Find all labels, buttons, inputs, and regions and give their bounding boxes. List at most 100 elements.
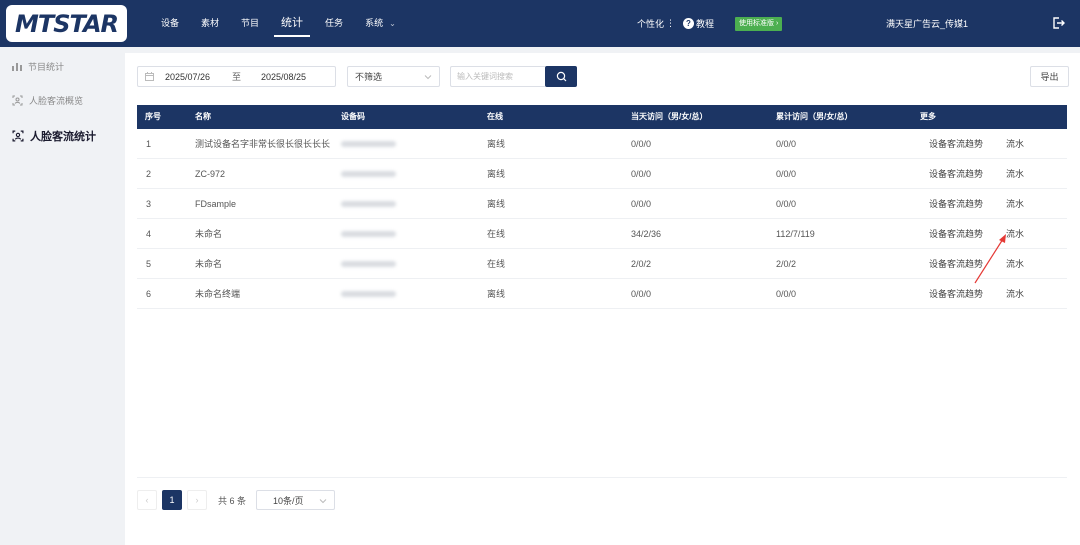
cell-total: 0/0/0	[776, 169, 797, 179]
device-trend-link[interactable]: 设备客流趋势	[929, 129, 983, 159]
help-icon: ?	[683, 18, 694, 29]
annotation-arrow-icon	[974, 234, 1006, 284]
page-number: 1	[169, 495, 175, 505]
cell-today: 2/0/2	[631, 259, 652, 269]
cell-status: 在线	[487, 259, 506, 269]
total-count: 共 6 条	[218, 490, 246, 510]
account-label: 满天星广告云_传媒1	[886, 19, 969, 29]
cell-index: 4	[146, 229, 152, 239]
col-header-index: 序号	[145, 112, 161, 121]
cell-status: 离线	[487, 169, 506, 179]
logo-text: MTSTAR	[14, 9, 119, 38]
trial-badge[interactable]: 使用标准版 ›	[735, 17, 783, 31]
tutorial-link[interactable]: ? 教程	[683, 0, 714, 47]
col-header-more: 更多	[920, 112, 936, 121]
col-header-total-visits: 累计访问（男/女/总）	[776, 112, 853, 121]
col-header-online: 在线	[487, 112, 503, 121]
cell-index: 2	[146, 169, 152, 179]
nav-item-devices[interactable]: 设备	[150, 0, 190, 47]
cell-device-code-redacted	[341, 141, 396, 147]
cell-today: 0/0/0	[631, 169, 652, 179]
app-logo[interactable]: MTSTAR	[6, 5, 127, 42]
nav-label: 任务	[325, 18, 344, 28]
col-header-device-code: 设备码	[341, 112, 365, 121]
cell-name: FDsample	[195, 199, 237, 209]
chevron-down-icon	[319, 499, 327, 504]
col-header-name: 名称	[195, 112, 211, 121]
page-size-select[interactable]: 10条/页	[256, 490, 335, 510]
col-header-today-visits: 当天访问（男/女/总）	[631, 112, 708, 121]
flow-link[interactable]: 流水	[1006, 129, 1024, 159]
cell-today: 0/0/0	[631, 199, 652, 209]
nav-item-statistics[interactable]: 统计	[270, 0, 314, 47]
nav-label: 系统	[365, 18, 384, 28]
flow-link[interactable]: 流水	[1006, 189, 1024, 219]
nav-label: 统计	[281, 17, 304, 29]
sidebar-item-label: 人脸客流统计	[30, 131, 96, 143]
cell-today: 0/0/0	[631, 289, 652, 299]
cell-today: 34/2/36	[631, 229, 662, 239]
arrow-right-icon: ›	[775, 20, 779, 27]
device-trend-link[interactable]: 设备客流趋势	[929, 159, 983, 189]
tutorial-label: 教程	[696, 19, 715, 29]
sidebar-item-face-overview[interactable]: 人脸客流概览	[12, 94, 83, 107]
cell-index: 6	[146, 289, 152, 299]
sidebar-item-label: 节目统计	[28, 62, 65, 72]
table-row: 1 测试设备名字非常长很长很长长长 离线 0/0/0 0/0/0 设备客流趋势 …	[137, 129, 1067, 159]
cell-name: ZC-972	[195, 169, 226, 179]
date-separator: 至	[232, 72, 242, 82]
table-row: 4 未命名 在线 34/2/36 112/7/119 设备客流趋势 流水	[137, 219, 1067, 249]
nav-item-tasks[interactable]: 任务	[314, 0, 354, 47]
cell-index: 3	[146, 199, 152, 209]
sidebar	[0, 47, 123, 545]
cell-device-code-redacted	[341, 261, 396, 267]
nav-item-materials[interactable]: 素材	[190, 0, 230, 47]
account-name[interactable]: 满天星广告云_传媒1	[886, 0, 968, 47]
page-button-current[interactable]: 1	[162, 490, 182, 510]
device-trend-link[interactable]: 设备客流趋势	[929, 189, 983, 219]
chevron-right-icon: ›	[195, 495, 199, 505]
table-header: 序号 名称 设备码 在线 当天访问（男/女/总） 累计访问（男/女/总） 更多	[137, 105, 1067, 129]
cell-status: 在线	[487, 229, 506, 239]
cell-name: 测试设备名字非常长很长很长长长	[195, 139, 331, 149]
more-vertical-icon: ⋮	[666, 18, 676, 28]
cell-name: 未命名	[195, 259, 223, 269]
table-row: 3 FDsample 离线 0/0/0 0/0/0 设备客流趋势 流水	[137, 189, 1067, 219]
sidebar-item-program-stats[interactable]: 节目统计	[12, 60, 64, 73]
filter-select[interactable]: 不筛选	[347, 66, 440, 87]
pagination-divider	[137, 477, 1067, 478]
chevron-left-icon: ‹	[145, 495, 149, 505]
page-size-value: 10条/页	[273, 495, 304, 506]
cell-name: 未命名	[195, 229, 223, 239]
search-button[interactable]	[545, 66, 577, 87]
next-page-button[interactable]: ›	[187, 490, 207, 510]
sidebar-item-label: 人脸客流概览	[29, 96, 84, 106]
logout-icon[interactable]	[1051, 16, 1065, 30]
cell-today: 0/0/0	[631, 139, 652, 149]
chevron-down-icon	[424, 75, 432, 80]
nav-label: 节目	[241, 18, 260, 28]
date-end: 2025/08/25	[261, 71, 307, 82]
sidebar-item-face-statistics[interactable]: 人脸客流统计	[12, 128, 96, 144]
cell-status: 离线	[487, 289, 506, 299]
export-label: 导出	[1040, 72, 1059, 82]
face-scan-icon	[12, 130, 24, 142]
personalize-menu[interactable]: 个性化 ⋮	[637, 0, 675, 47]
nav-item-programs[interactable]: 节目	[230, 0, 270, 47]
total-count-label: 共 6 条	[218, 495, 247, 506]
chevron-down-icon: ⌄	[389, 19, 396, 28]
prev-page-button[interactable]: ‹	[137, 490, 157, 510]
export-button[interactable]: 导出	[1030, 66, 1069, 87]
cell-total: 0/0/0	[776, 199, 797, 209]
nav-item-system[interactable]: 系统 ⌄	[354, 0, 407, 47]
trial-badge-label: 使用标准版	[739, 20, 774, 27]
bar-chart-icon	[12, 63, 22, 71]
cell-status: 离线	[487, 139, 506, 149]
filter-select-value: 不筛选	[355, 72, 383, 82]
cell-total: 0/0/0	[776, 139, 797, 149]
flow-link[interactable]: 流水	[1006, 159, 1024, 189]
date-range-picker[interactable]: 2025/07/26 至 2025/08/25	[137, 66, 336, 87]
personalize-label: 个性化	[637, 19, 665, 29]
cell-device-code-redacted	[341, 171, 396, 177]
search-input[interactable]: 输入关键词搜索	[450, 66, 546, 87]
